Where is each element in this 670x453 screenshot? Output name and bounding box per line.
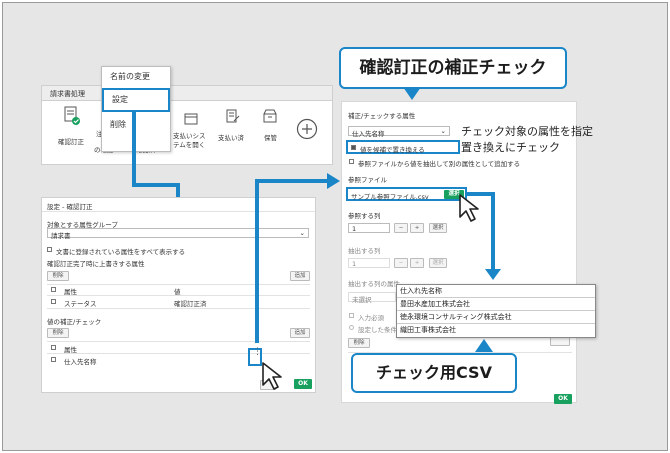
csv-row: 徳永環境コンサルティング株式会社	[397, 311, 595, 324]
condition-radio[interactable]	[349, 325, 354, 330]
chevron-down-icon: ⌄	[299, 229, 305, 237]
extract-col-plus-button[interactable]: +	[410, 258, 424, 268]
arrow-to-dialog-h	[132, 183, 180, 187]
system-window-icon[interactable]	[184, 110, 198, 129]
ref-col-select-button[interactable]: 選択	[429, 223, 447, 233]
workflow-header: 請求書処理	[42, 86, 332, 101]
csv-row: 仕入れ先名称	[397, 285, 595, 298]
divider	[47, 308, 310, 309]
attr-label: 抽出する列の属性	[348, 280, 400, 288]
ref-file-value: サンプル参照ファイル.csv	[351, 193, 429, 201]
required-label: 入力必須	[358, 314, 384, 322]
target-attr-label: 補正/チェックする属性	[348, 112, 416, 120]
arrow-to-dialog-v1	[132, 111, 136, 187]
extract-checkbox[interactable]	[349, 159, 354, 164]
right-ok-button[interactable]: OK	[554, 394, 572, 404]
show-all-label: 文書に登録されている属性をすべて表示する	[56, 248, 186, 256]
delete-button-1[interactable]: 削除	[47, 271, 69, 281]
arrow-to-csv-h	[466, 192, 494, 196]
mouse-cursor-icon	[262, 362, 282, 390]
group-value: 請求書	[51, 232, 71, 240]
row-attr-status: ステータス	[64, 300, 97, 308]
replace-checkbox[interactable]	[351, 145, 356, 150]
select-all-checkbox-1[interactable]	[51, 287, 56, 292]
extract-col-select-button[interactable]: 選択	[429, 258, 447, 268]
note-line2: 置き換えにチェック	[461, 141, 560, 154]
ref-file-label: 参照ファイル	[348, 176, 387, 184]
row-value-status: 確認訂正済	[174, 300, 207, 308]
arrow-to-panel-v	[255, 179, 259, 343]
divider	[47, 284, 310, 285]
divider	[47, 295, 310, 296]
callout-pointer-bottom	[475, 339, 493, 352]
right-delete-button[interactable]: 削除	[348, 338, 370, 348]
add-step-icon[interactable]	[296, 118, 318, 144]
replace-label: 値を候補で置き換える	[360, 146, 425, 154]
workflow-title: 請求書処理	[50, 90, 85, 98]
step-label-paid: 支払い済	[218, 134, 244, 142]
replace-highlight: 値を候補で置き換える	[346, 140, 460, 154]
mouse-cursor-icon	[459, 194, 479, 222]
delete-button-2[interactable]: 削除	[47, 328, 69, 338]
group-select[interactable]: 請求書 ⌄	[47, 228, 309, 240]
target-attr-select[interactable]: 仕入先名称 ⌄	[348, 126, 450, 138]
select-all-checkbox-2[interactable]	[51, 345, 56, 350]
dialog-ok-button[interactable]: OK	[294, 379, 312, 389]
kebab-icon: ⋮	[253, 347, 262, 357]
ref-col-label: 参照する列	[348, 212, 381, 220]
ref-col-minus-button[interactable]: −	[394, 223, 408, 233]
attr-value: 未選択	[352, 296, 372, 304]
required-checkbox[interactable]	[349, 313, 354, 318]
add-button-1[interactable]: 追加	[290, 271, 310, 281]
condition-label: 設定した条件	[358, 326, 397, 334]
csv-preview: 仕入れ先名称 豊田水産加工株式会社 徳永環境コンサルティング株式会社 織田工事株…	[396, 284, 596, 338]
chevron-down-icon: ⌄	[440, 127, 446, 135]
step-label-system2: テムを開く	[173, 141, 206, 149]
ref-col-plus-button[interactable]: +	[410, 223, 424, 233]
ref-file-highlight: サンプル参照ファイル.csv 選択	[346, 187, 467, 201]
note-line1: チェック対象の属性を指定	[461, 125, 593, 138]
extract-col-input[interactable]: 1	[348, 258, 390, 268]
row-checkbox-supplier[interactable]	[51, 357, 56, 362]
csv-row: 織田工事株式会社	[400, 326, 456, 334]
extract-label: 参照ファイルから値を抽出して別の属性として追加する	[358, 160, 521, 168]
divider	[47, 353, 310, 354]
dialog-header: 設定 - 確認訂正	[42, 198, 315, 212]
ref-col-value: 1	[352, 225, 357, 233]
overwrite-label: 確認訂正完了時に上書きする属性	[47, 260, 145, 268]
step-label-archive: 保管	[264, 134, 277, 142]
menu-settings[interactable]: 設定	[102, 88, 170, 112]
arrow-to-panel-h	[255, 179, 329, 183]
context-menu: 名前の変更 設定 削除	[101, 66, 171, 152]
row-checkbox-status[interactable]	[51, 299, 56, 304]
arrow-head-right	[327, 173, 340, 189]
csv-row: 豊田水産加工株式会社	[397, 298, 595, 311]
extract-col-value: 1	[352, 260, 357, 268]
extract-col-minus-button[interactable]: −	[394, 258, 408, 268]
workflow-panel: 請求書処理 確認訂正 注 の確認 確認済 支払いシス テムを開く 支払い済 保管	[41, 85, 333, 165]
edit-icon[interactable]	[226, 108, 240, 127]
document-check-icon[interactable]	[64, 106, 80, 126]
menu-delete[interactable]: 削除	[102, 115, 170, 135]
archive-icon[interactable]	[262, 108, 278, 127]
step-label-kakunin: 確認訂正	[58, 138, 84, 146]
ref-col-input[interactable]: 1	[348, 223, 390, 233]
arrow-to-csv-v	[491, 192, 495, 272]
screenshot-frame: 請求書処理 確認訂正 注 の確認 確認済 支払いシス テムを開く 支払い済 保管…	[2, 2, 668, 451]
divider	[47, 341, 310, 342]
menu-rename[interactable]: 名前の変更	[102, 67, 170, 87]
callout-title: 確認訂正の補正チェック	[339, 47, 567, 89]
check-label: 値の補正/チェック	[47, 318, 102, 326]
add-button-2[interactable]: 追加	[290, 328, 310, 338]
arrow-head-down	[485, 269, 501, 280]
row-attr-supplier: 仕入先名称	[64, 358, 97, 366]
show-all-checkbox[interactable]	[47, 247, 52, 252]
callout-csv: チェック用CSV	[351, 353, 517, 393]
callout-pointer-top	[403, 87, 421, 100]
target-attr-value: 仕入先名称	[352, 130, 385, 138]
extract-col-label: 抽出する列	[348, 247, 381, 255]
attr-select[interactable]: 未選択	[348, 292, 396, 304]
row-more-button[interactable]: ⋮	[248, 348, 262, 366]
dialog-title: 設定 - 確認訂正	[47, 203, 93, 211]
